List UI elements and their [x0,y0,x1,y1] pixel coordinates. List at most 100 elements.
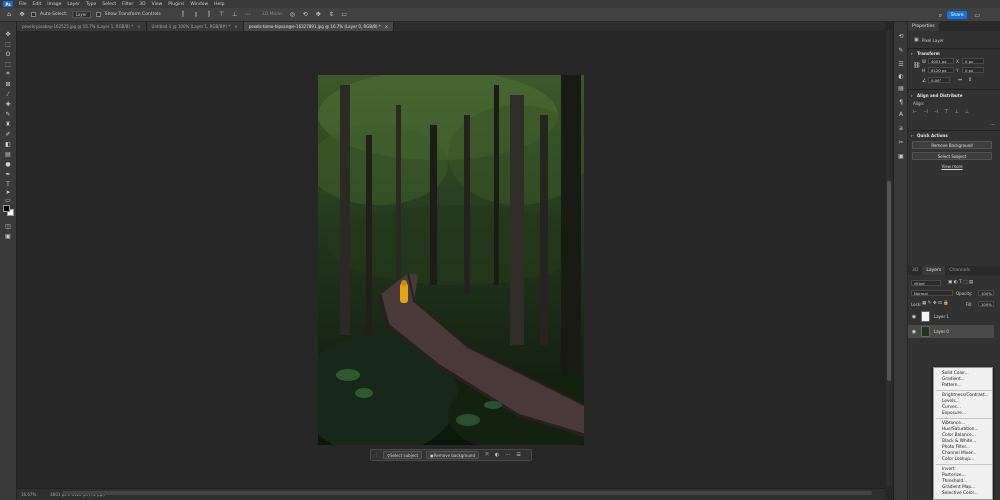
align-right-icon[interactable]: ⫿ [205,11,213,19]
brush-tool-icon[interactable]: ✎ [3,110,13,118]
dodge-tool-icon[interactable]: ● [3,160,13,168]
close-icon[interactable]: × [234,24,237,29]
foreground-color-swatch[interactable] [3,205,10,212]
pen-tool-icon[interactable]: ✒ [3,170,13,178]
menu-item-selective-color[interactable]: Selective Color... [942,491,978,496]
align-left-edges-icon[interactable]: ⊢ [913,109,917,115]
menu-item-black-white[interactable]: Black & White... [942,439,976,444]
menu-edit[interactable]: Edit [33,2,42,7]
history-icon[interactable]: ⟲ [897,32,905,40]
3d-orbit-icon[interactable]: ◎ [288,11,296,19]
tab-properties[interactable]: Properties [908,22,939,31]
clone-stamp-icon[interactable]: ♜ [3,120,13,128]
rectangle-tool-icon[interactable]: ▭ [3,196,13,204]
eye-icon[interactable]: ◉ [910,329,918,335]
select-subject-button[interactable]: ⚲ Select subject [383,451,423,459]
x-field[interactable]: 0 px [962,58,984,64]
menu-3d[interactable]: 3D [139,2,145,7]
forest-photo[interactable] [318,75,584,445]
width-field[interactable]: 4001 px [928,58,954,64]
menu-item-pattern[interactable]: Pattern... [942,383,962,388]
menu-item-solid-color[interactable]: Solid Color... [942,371,969,376]
layer-row-layer-0[interactable]: ◉ Layer 0 [908,325,994,338]
align-right-edges-icon[interactable]: ⊣ [934,109,938,115]
3d-pan-icon[interactable]: ✥ [314,11,322,19]
menu-item-threshold[interactable]: Threshold... [942,479,967,484]
foreground-background-swatch[interactable] [3,205,14,216]
photoshop-logo[interactable]: Ps [3,1,13,7]
doc-tab-untitled[interactable]: Untitled-1 @ 100% (Layer 1, RGB/8#) * × [146,22,244,31]
brush-settings-icon[interactable]: ✎ [897,46,905,54]
y-field[interactable]: 0 px [962,67,984,73]
transform-collapse-icon[interactable]: › [911,51,913,56]
remove-background-button[interactable]: Remove Background [912,141,992,149]
adjustments-icon[interactable]: ◐ [897,72,905,80]
more-options-icon[interactable]: ⋯ [244,11,252,19]
paragraph-icon[interactable]: ¶ [897,98,905,106]
menu-item-photo-filter[interactable]: Photo Filter... [942,445,970,450]
view-more-link[interactable]: View more [912,164,992,169]
eyedropper-icon[interactable]: ⁄ [3,90,13,98]
menu-item-posterize[interactable]: Posterize... [942,473,966,478]
menu-layer[interactable]: Layer [67,2,80,7]
lock-icons[interactable]: ▦ ✎ ✥ ⊡ 🔒 [922,301,949,306]
3d-scale-icon[interactable]: ▭ [340,11,348,19]
menu-item-vibrance[interactable]: Vibrance... [942,421,965,426]
move-tool-icon[interactable]: ✥ [18,11,26,19]
blend-mode-dropdown[interactable]: Normal [911,290,953,296]
3d-roll-icon[interactable]: ⟲ [301,11,309,19]
menu-file[interactable]: File [19,2,27,7]
home-icon[interactable]: ⌂ [5,11,13,19]
transform-icon[interactable]: ⤧ [485,452,489,458]
more-options-icon[interactable]: ⋯ [990,122,995,128]
auto-select-dropdown[interactable]: Layer [71,11,91,18]
menu-item-curves[interactable]: Curves... [942,405,961,410]
horizontal-scrollbar[interactable] [62,491,872,495]
select-subject-button[interactable]: Select Subject [912,152,992,160]
settings-icon[interactable]: ☰ [516,452,520,458]
scroll-thumb[interactable] [887,181,891,381]
auto-select-checkbox[interactable] [31,12,36,17]
align-bottom-edges-icon[interactable]: ⊥ [965,109,969,115]
tools-icon[interactable]: ✂ [897,138,905,146]
menu-plugins[interactable]: Plugins [168,2,184,7]
properties-icon[interactable]: ☰ [897,60,905,68]
align-top-icon[interactable]: ⊤ [218,11,226,19]
drag-handle-icon[interactable]: ⋮ [374,452,379,458]
layer-kind-filter[interactable]: ⌕ Kind [911,280,941,286]
crop-tool-icon[interactable]: ⌗ [3,70,13,78]
move-tool-icon[interactable]: ✥ [3,30,13,38]
libraries-icon[interactable]: ▤ [897,84,905,92]
zoom-level[interactable]: 16.67% [21,492,36,497]
align-horizontal-centers-icon[interactable]: ⊣ [923,109,927,115]
menu-item-hue-saturation[interactable]: Hue/Saturation... [942,427,979,432]
fill-field[interactable]: 100% [978,301,994,307]
path-selection-icon[interactable]: ➤ [3,188,13,196]
menu-item-color-balance[interactable]: Color Balance... [942,433,976,438]
more-icon[interactable]: ⋯ [505,452,510,458]
glyphs-icon[interactable]: a [897,124,905,132]
align-top-edges-icon[interactable]: ⊤ [944,109,948,115]
menu-type[interactable]: Type [86,2,96,7]
vertical-scrollbar[interactable] [886,31,892,487]
menu-item-levels[interactable]: Levels... [942,399,960,404]
angle-field[interactable]: 0.00° [928,77,950,83]
align-middle-icon[interactable]: ⊥ [231,11,239,19]
align-vertical-centers-icon[interactable]: ⊥ [954,109,958,115]
align-collapse-icon[interactable]: › [911,93,913,98]
remove-background-button[interactable]: ▣ Remove background [426,451,479,459]
workspace-icon[interactable]: ▭ [974,12,980,19]
menu-filter[interactable]: Filter [122,2,133,7]
menu-help[interactable]: Help [214,2,224,7]
menu-select[interactable]: Select [102,2,116,7]
image-icon[interactable]: ▣ [897,152,905,160]
menu-image[interactable]: Image [47,2,61,7]
tab-layers[interactable]: Layers [922,266,946,275]
type-tool-icon[interactable]: T [3,180,13,188]
menu-item-invert[interactable]: Invert [942,467,955,472]
marquee-tool-icon[interactable]: ⬚ [3,40,13,48]
character-icon[interactable]: A [897,110,905,118]
menu-item-channel-mixer[interactable]: Channel Mixer... [942,451,976,456]
search-icon[interactable]: ⌕ [939,12,942,20]
align-center-icon[interactable]: ⫾ [192,11,200,19]
